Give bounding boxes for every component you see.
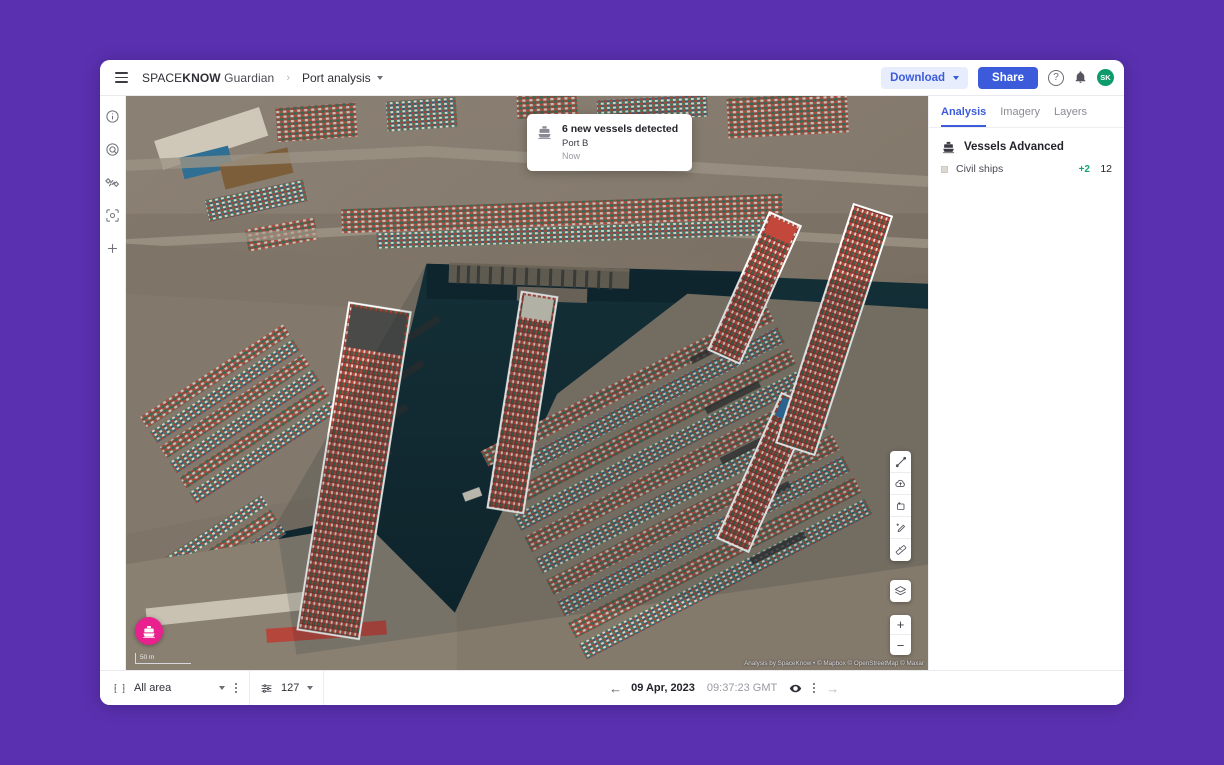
breadcrumb-separator: › (286, 71, 290, 84)
plus-icon[interactable] (104, 240, 121, 257)
timeline-more-menu[interactable] (811, 681, 817, 695)
filter-group: 127 (250, 671, 325, 705)
layers-stack-icon[interactable] (890, 580, 911, 602)
measure-line-icon[interactable] (890, 451, 911, 473)
map-tool-stack (890, 451, 911, 561)
share-button[interactable]: Share (978, 66, 1038, 89)
chevron-down-icon[interactable] (219, 686, 225, 690)
list-item-label: Civil ships (956, 163, 1004, 175)
vessel-layer-badge[interactable] (135, 617, 163, 645)
filter-value[interactable]: 127 (281, 682, 299, 694)
chevron-down-icon (953, 75, 960, 80)
analysis-section-header[interactable]: Vessels Advanced (941, 139, 1112, 154)
app-window: SPACEKNOW Guardian › Port analysis Downl… (100, 60, 1124, 705)
right-panel: Analysis Imagery Layers Vessels Advanced… (928, 96, 1124, 670)
toast-timestamp: Now (562, 151, 581, 161)
tab-layers-label: Layers (1054, 106, 1088, 118)
tab-imagery-label: Imagery (1000, 106, 1040, 118)
scan-icon[interactable] (104, 207, 121, 224)
ruler-icon[interactable] (890, 539, 911, 561)
current-date: 09 Apr, 2023 (631, 682, 695, 694)
list-item[interactable]: Civil ships +2 12 (929, 154, 1124, 175)
area-label[interactable]: All area (134, 682, 171, 694)
chevron-down-icon (376, 75, 383, 80)
previous-date-button[interactable]: ← (609, 682, 622, 695)
top-bar: SPACEKNOW Guardian › Port analysis Downl… (100, 60, 1124, 96)
avatar[interactable]: SK (1097, 69, 1114, 86)
chevron-down-icon[interactable] (307, 686, 314, 690)
zoom-out-button[interactable]: − (890, 635, 911, 655)
list-item-delta: +2 (1078, 163, 1090, 175)
tab-analysis[interactable]: Analysis (941, 106, 987, 127)
tab-analysis-label: Analysis (941, 106, 987, 118)
next-date-button[interactable]: → (826, 682, 839, 695)
satellite-imagery (126, 96, 928, 670)
bottom-bar: All area 127 ← 09 Apr, 2023 09:37:23 GMT… (100, 670, 1124, 705)
info-icon[interactable] (104, 108, 121, 125)
zoom-in-button[interactable]: + (890, 615, 911, 635)
list-item-count: 12 (1100, 163, 1112, 175)
help-glyph: ? (1053, 72, 1059, 83)
crop-add-icon[interactable] (890, 495, 911, 517)
timeline-controls: ← 09 Apr, 2023 09:37:23 GMT → (609, 681, 839, 695)
avatar-initials: SK (1100, 73, 1111, 82)
toast-title: 6 new vessels detected (562, 123, 679, 135)
cloud-upload-icon[interactable] (890, 473, 911, 495)
help-icon[interactable]: ? (1048, 69, 1064, 86)
satellite-map[interactable]: 6 new vessels detected Port B Now + − 50… (126, 96, 928, 670)
current-time: 09:37:23 GMT (706, 682, 778, 694)
pencil-add-icon[interactable] (890, 517, 911, 539)
analysis-section-title: Vessels Advanced (964, 140, 1064, 153)
eye-icon[interactable] (789, 682, 802, 695)
breadcrumb-label: Port analysis (301, 70, 371, 85)
app-body: 6 new vessels detected Port B Now + − 50… (100, 96, 1124, 670)
scale-label: 50 m (140, 654, 155, 661)
left-toolbar (100, 96, 126, 670)
target-icon[interactable] (104, 141, 121, 158)
download-button[interactable]: Download (881, 66, 969, 89)
scale-bar: 50 m (135, 653, 191, 664)
area-selector-group: All area (100, 671, 250, 705)
brand-suffix: Guardian (224, 70, 275, 85)
top-bar-actions: Download Share ? SK (881, 66, 1114, 89)
panel-tabs: Analysis Imagery Layers (929, 96, 1124, 128)
sliders-icon (260, 682, 273, 695)
breadcrumb-current[interactable]: Port analysis (302, 71, 383, 85)
area-more-menu[interactable] (233, 681, 239, 695)
analysis-section: Vessels Advanced (929, 128, 1124, 154)
bell-icon[interactable] (1074, 71, 1087, 84)
hamburger-icon[interactable] (108, 65, 134, 91)
tab-imagery[interactable]: Imagery (1000, 106, 1040, 127)
zoom-controls: + − (890, 615, 911, 655)
ship-icon (536, 123, 553, 140)
color-swatch (941, 165, 948, 173)
app-brand: SPACEKNOW Guardian (142, 71, 274, 85)
map-attribution: Analysis by SpaceKnow • © Mapbox © OpenS… (744, 660, 924, 667)
share-label: Share (992, 71, 1024, 84)
toast-subtitle: Port B (562, 138, 589, 149)
notification-toast[interactable]: 6 new vessels detected Port B Now (527, 114, 692, 171)
area-frame-icon (113, 682, 126, 695)
brand-prefix: SPACE (142, 70, 183, 85)
ship-icon (941, 139, 956, 154)
satellite-icon[interactable] (104, 174, 121, 191)
brand-bold: KNOW (182, 70, 221, 85)
app-background: SPACEKNOW Guardian › Port analysis Downl… (0, 0, 1224, 765)
tab-layers[interactable]: Layers (1054, 106, 1087, 127)
download-label: Download (890, 71, 946, 84)
